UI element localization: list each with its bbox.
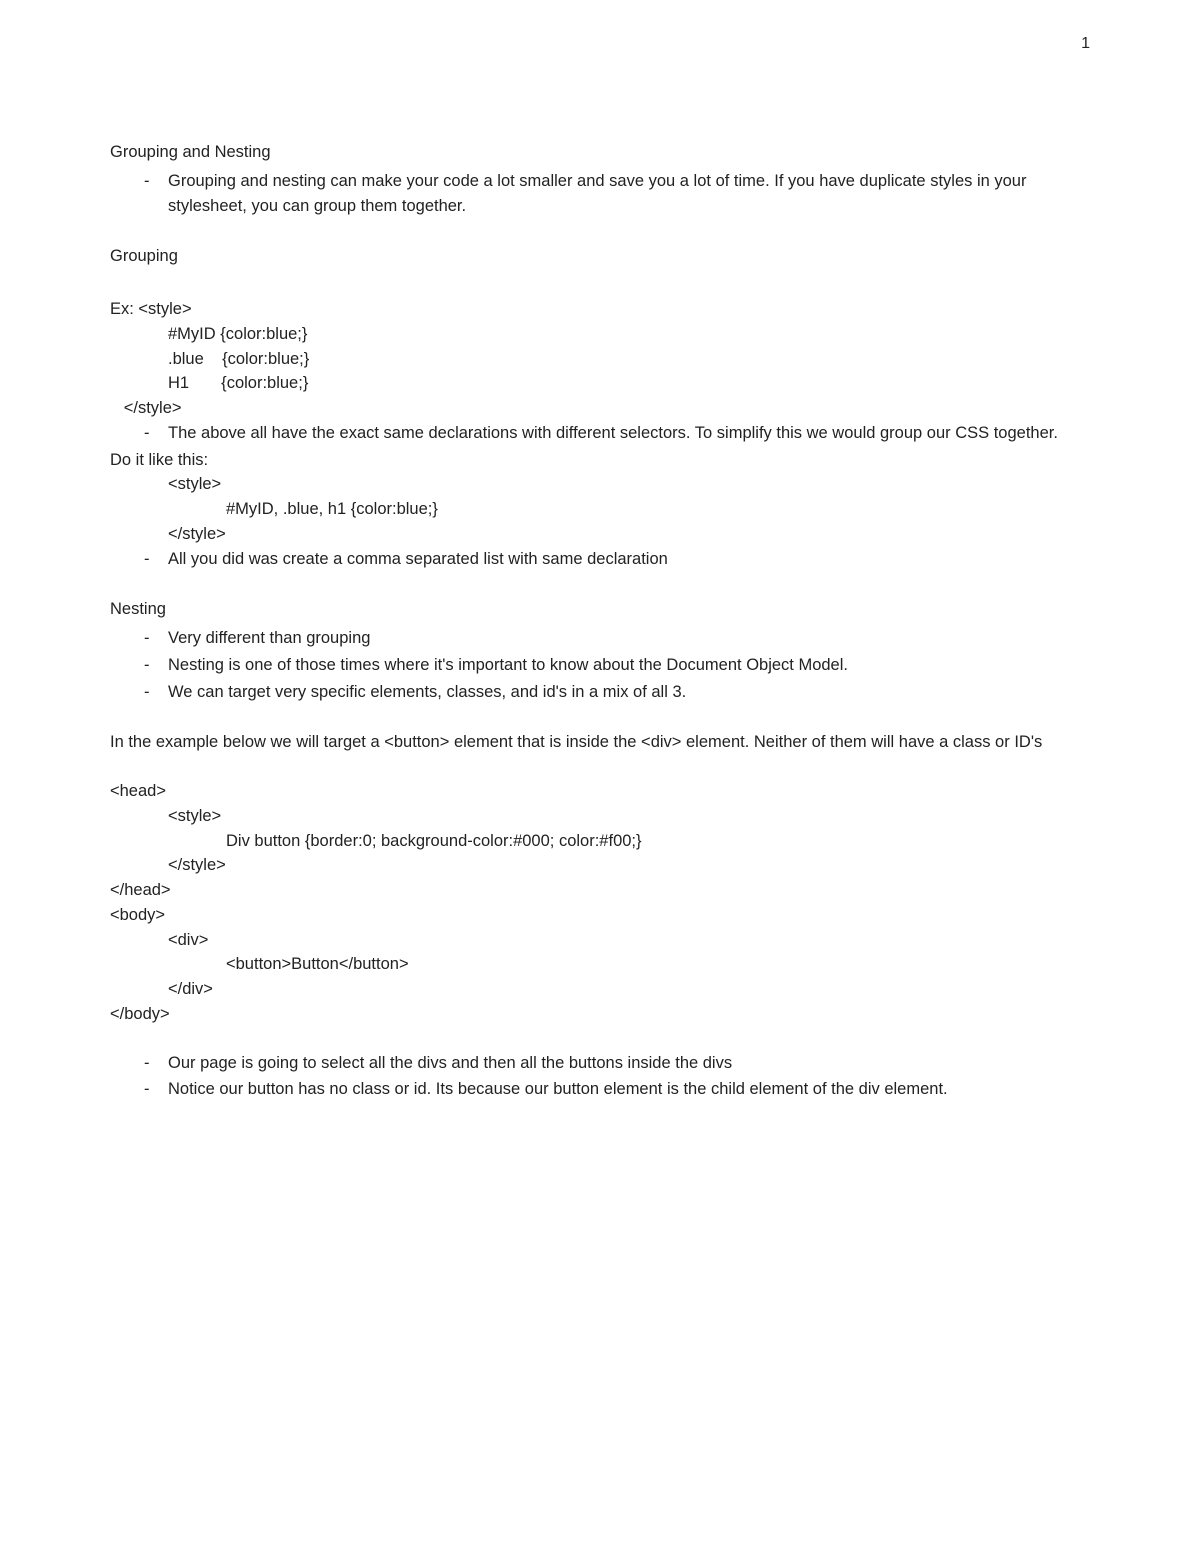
bullet-item: Our page is going to select all the divs… xyxy=(168,1051,1090,1076)
grouping-bullets-2: All you did was create a comma separated… xyxy=(110,547,1090,572)
code-line: #MyID, .blue, h1 {color:blue;} xyxy=(110,497,1090,522)
code-line: </head> xyxy=(110,878,1090,903)
code-line: .blue {color:blue;} xyxy=(110,347,1090,372)
grouping-heading: Grouping xyxy=(110,244,1090,269)
nesting-heading: Nesting xyxy=(110,597,1090,622)
bullet-item: All you did was create a comma separated… xyxy=(168,547,1090,572)
code-line: <style> xyxy=(110,472,1090,497)
final-bullets: Our page is going to select all the divs… xyxy=(110,1051,1090,1103)
bullet-item: Nesting is one of those times where it's… xyxy=(168,653,1090,678)
code-line: <style> xyxy=(110,804,1090,829)
code-line: <body> xyxy=(110,903,1090,928)
code-line: Div button {border:0; background-color:#… xyxy=(110,829,1090,854)
example-intro: In the example below we will target a <b… xyxy=(110,730,1090,755)
code-line: </div> xyxy=(110,977,1090,1002)
code-line: H1 {color:blue;} xyxy=(110,371,1090,396)
bullet-item: Very different than grouping xyxy=(168,626,1090,651)
code-line: #MyID {color:blue;} xyxy=(110,322,1090,347)
bullet-item: Grouping and nesting can make your code … xyxy=(168,169,1090,219)
code-line: </style> xyxy=(110,396,1090,421)
page-number: 1 xyxy=(1081,32,1090,56)
intro-bullets: Grouping and nesting can make your code … xyxy=(110,169,1090,219)
example-label: Ex: <style> xyxy=(110,297,1090,322)
code-line: </style> xyxy=(110,853,1090,878)
bullet-item: The above all have the exact same declar… xyxy=(168,421,1090,446)
document-content: Grouping and Nesting Grouping and nestin… xyxy=(0,0,1200,1164)
code-line: <div> xyxy=(110,928,1090,953)
code-line: <head> xyxy=(110,779,1090,804)
code-line: <button>Button</button> xyxy=(110,952,1090,977)
bullet-item: Notice our button has no class or id. It… xyxy=(168,1077,1090,1102)
main-title: Grouping and Nesting xyxy=(110,140,1090,165)
grouping-bullets: The above all have the exact same declar… xyxy=(110,421,1090,446)
code-line: </style> xyxy=(110,522,1090,547)
code-line: </body> xyxy=(110,1002,1090,1027)
bullet-item: We can target very specific elements, cl… xyxy=(168,680,1090,705)
nesting-bullets: Very different than grouping Nesting is … xyxy=(110,626,1090,704)
do-it-label: Do it like this: xyxy=(110,448,1090,473)
